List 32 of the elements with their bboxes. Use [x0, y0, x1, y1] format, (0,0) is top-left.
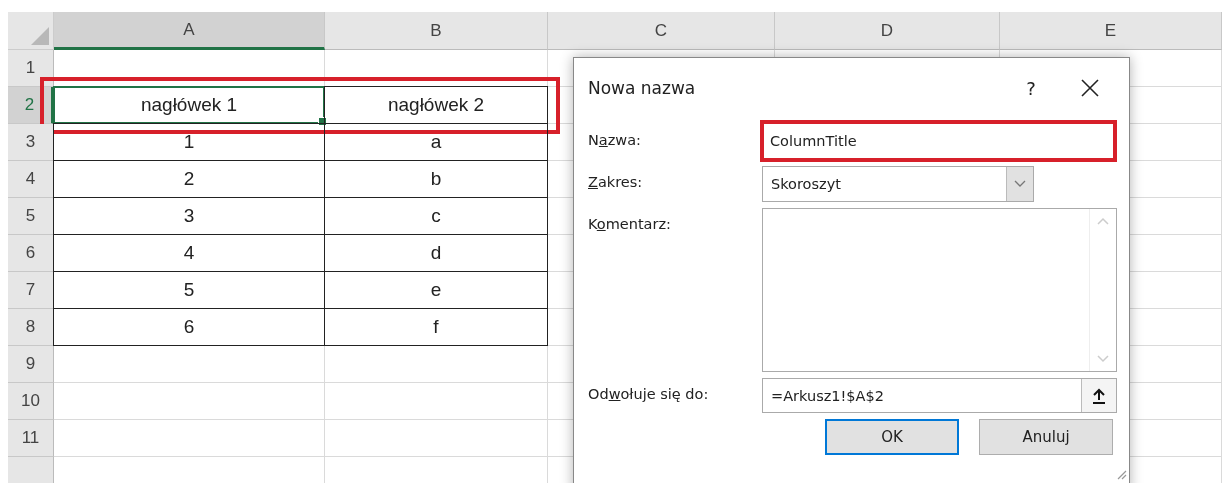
table-cell: 6 — [53, 308, 325, 346]
row-header[interactable]: 9 — [8, 346, 54, 383]
table-cell: nagłówek 1 — [53, 86, 325, 124]
scope-dropdown[interactable]: Skoroszyt — [762, 166, 1034, 202]
column-header[interactable]: A — [54, 12, 325, 50]
row-header[interactable]: 1 — [8, 50, 54, 87]
row-header[interactable]: 4 — [8, 161, 54, 198]
help-button[interactable]: ? — [1007, 73, 1055, 103]
field-label: Nazwa: — [588, 131, 642, 150]
row-header[interactable]: 3 — [8, 124, 54, 161]
name-field[interactable]: ColumnTitle — [760, 120, 1117, 162]
field-label: Odwołuje się do: — [588, 385, 710, 404]
dialog-title: Nowa nazwa — [588, 78, 697, 98]
table-cell: nagłówek 2 — [324, 86, 548, 124]
table-cell: 1 — [53, 123, 325, 161]
row-header[interactable]: 2 — [8, 87, 54, 124]
column-header[interactable]: E — [1000, 12, 1222, 50]
cancel-button[interactable]: Anuluj — [979, 419, 1113, 455]
row-header[interactable]: 7 — [8, 272, 54, 309]
row-header[interactable]: 5 — [8, 198, 54, 235]
table-cell: f — [324, 308, 548, 346]
column-header[interactable]: C — [548, 12, 775, 50]
field-label: Komentarz: — [588, 215, 672, 234]
reference-field[interactable]: =Arkusz1!$A$2 — [762, 378, 1117, 413]
row-header[interactable]: 11 — [8, 420, 54, 457]
row-header[interactable]: 10 — [8, 383, 54, 420]
column-header[interactable]: D — [775, 12, 1000, 50]
ok-button[interactable]: OK — [825, 419, 959, 455]
row-header[interactable]: 6 — [8, 235, 54, 272]
row-header[interactable]: 8 — [8, 309, 54, 346]
column-header[interactable]: B — [325, 12, 548, 50]
field-label: Zakres: — [588, 173, 644, 192]
